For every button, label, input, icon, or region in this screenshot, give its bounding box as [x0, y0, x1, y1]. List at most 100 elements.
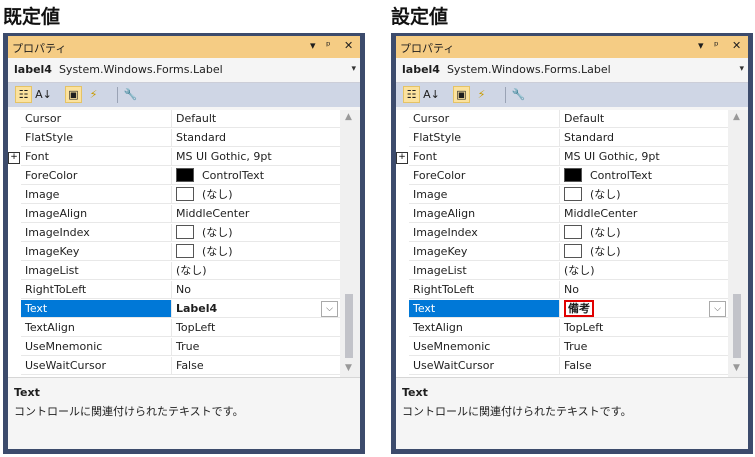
property-row-usemnemonic[interactable]: UseMnemonic True [8, 338, 340, 357]
property-value[interactable]: (なし) [172, 262, 340, 280]
property-pages-icon[interactable]: 🔧 [122, 86, 139, 103]
property-row-font[interactable]: + Font MS UI Gothic, 9pt [396, 148, 728, 167]
property-value[interactable]: Standard [172, 129, 340, 147]
property-value[interactable]: MS UI Gothic, 9pt [560, 148, 728, 166]
window-title: プロパティ [400, 42, 455, 55]
property-value[interactable]: (なし) [560, 262, 728, 280]
property-row-textalign[interactable]: TextAlign TopLeft [396, 319, 728, 338]
property-row-imagealign[interactable]: ImageAlign MiddleCenter [396, 205, 728, 224]
property-row-cursor[interactable]: Cursor Default [8, 110, 340, 129]
property-value[interactable]: Default [172, 110, 340, 128]
close-icon[interactable]: ✕ [344, 39, 353, 52]
object-selector[interactable]: label4 System.Windows.Forms.Label ▾ [396, 58, 748, 83]
window-menu-icon[interactable]: ▾ [698, 39, 704, 52]
close-icon[interactable]: ✕ [732, 39, 741, 52]
property-row-imagekey[interactable]: ImageKey (なし) [8, 243, 340, 262]
property-row-righttoleft[interactable]: RightToLeft No [8, 281, 340, 300]
scroll-down-icon[interactable]: ▼ [733, 363, 740, 373]
property-value[interactable]: MiddleCenter [172, 205, 340, 223]
properties-icon[interactable]: ▣ [65, 86, 82, 103]
property-value[interactable]: TopLeft [172, 319, 340, 337]
property-row-imageindex[interactable]: ImageIndex (なし) [396, 224, 728, 243]
image-preview [564, 244, 582, 258]
property-row-text[interactable]: Text Label4 ⌵ [8, 300, 340, 319]
alphabetical-icon[interactable]: A↓ [423, 86, 440, 103]
expand-icon[interactable]: + [8, 152, 20, 164]
property-row-imagekey[interactable]: ImageKey (なし) [396, 243, 728, 262]
window-menu-icon[interactable]: ▾ [310, 39, 316, 52]
image-preview [176, 187, 194, 201]
property-row-forecolor[interactable]: ForeColor ControlText [396, 167, 728, 186]
vertical-scrollbar[interactable]: ▲ ▼ [728, 110, 748, 377]
heading-configured: 設定値 [391, 6, 449, 28]
events-icon[interactable]: ⚡ [473, 86, 490, 103]
pin-icon[interactable]: ᵖ [326, 39, 331, 52]
property-row-text[interactable]: Text 備考 ⌵ [396, 300, 728, 319]
object-name: label4 [14, 63, 52, 76]
heading-default: 既定値 [3, 6, 61, 28]
scroll-thumb[interactable] [733, 294, 741, 358]
scroll-up-icon[interactable]: ▲ [733, 112, 740, 122]
property-value[interactable]: TopLeft [560, 319, 728, 337]
property-row-usemnemonic[interactable]: UseMnemonic True [396, 338, 728, 357]
property-row-righttoleft[interactable]: RightToLeft No [396, 281, 728, 300]
description-title: Text [402, 386, 428, 399]
property-row-flatstyle[interactable]: FlatStyle Standard [396, 129, 728, 148]
property-row-imagelist[interactable]: ImageList (なし) [396, 262, 728, 281]
property-pages-icon[interactable]: 🔧 [510, 86, 527, 103]
property-row-font[interactable]: + Font MS UI Gothic, 9pt [8, 148, 340, 167]
property-value[interactable]: True [172, 338, 340, 356]
property-toolbar: ☷ A↓ ▣ ⚡ 🔧 [8, 83, 360, 107]
window-titlebar[interactable]: プロパティ ▾ ᵖ ✕ [396, 36, 748, 58]
property-value[interactable]: No [172, 281, 340, 299]
property-value[interactable]: False [560, 357, 728, 375]
property-value-highlighted: 備考 [564, 300, 594, 317]
property-name: ImageKey [21, 243, 172, 261]
property-row-image[interactable]: Image (なし) [396, 186, 728, 205]
window-titlebar[interactable]: プロパティ ▾ ᵖ ✕ [8, 36, 360, 58]
alphabetical-icon[interactable]: A↓ [35, 86, 52, 103]
categorized-icon[interactable]: ☷ [403, 86, 420, 103]
property-row-usewaitcursor[interactable]: UseWaitCursor False [396, 357, 728, 376]
property-value: (なし) [590, 188, 621, 201]
color-swatch [564, 168, 582, 182]
property-name: FlatStyle [21, 129, 172, 147]
scroll-thumb[interactable] [345, 294, 353, 358]
property-row-imageindex[interactable]: ImageIndex (なし) [8, 224, 340, 243]
property-value[interactable]: Default [560, 110, 728, 128]
property-value: Label4 [176, 302, 218, 315]
property-value[interactable]: True [560, 338, 728, 356]
property-row-flatstyle[interactable]: FlatStyle Standard [8, 129, 340, 148]
dropdown-icon[interactable]: ⌵ [709, 301, 726, 317]
property-value[interactable]: MiddleCenter [560, 205, 728, 223]
property-row-imagealign[interactable]: ImageAlign MiddleCenter [8, 205, 340, 224]
property-row-image[interactable]: Image (なし) [8, 186, 340, 205]
property-name: ForeColor [409, 167, 560, 185]
property-name: Cursor [409, 110, 560, 128]
categorized-icon[interactable]: ☷ [15, 86, 32, 103]
property-row-usewaitcursor[interactable]: UseWaitCursor False [8, 357, 340, 376]
property-value[interactable]: False [172, 357, 340, 375]
chevron-down-icon[interactable]: ▾ [739, 64, 744, 74]
pin-icon[interactable]: ᵖ [714, 39, 719, 52]
property-row-cursor[interactable]: Cursor Default [396, 110, 728, 129]
scroll-up-icon[interactable]: ▲ [345, 112, 352, 122]
dropdown-icon[interactable]: ⌵ [321, 301, 338, 317]
property-value[interactable]: No [560, 281, 728, 299]
events-icon[interactable]: ⚡ [85, 86, 102, 103]
property-name: TextAlign [409, 319, 560, 337]
property-name: ForeColor [21, 167, 172, 185]
chevron-down-icon[interactable]: ▾ [351, 64, 356, 74]
property-row-textalign[interactable]: TextAlign TopLeft [8, 319, 340, 338]
image-preview [176, 244, 194, 258]
property-row-imagelist[interactable]: ImageList (なし) [8, 262, 340, 281]
property-name: Text [409, 300, 560, 318]
property-value[interactable]: MS UI Gothic, 9pt [172, 148, 340, 166]
expand-icon[interactable]: + [396, 152, 408, 164]
properties-icon[interactable]: ▣ [453, 86, 470, 103]
property-row-forecolor[interactable]: ForeColor ControlText [8, 167, 340, 186]
scroll-down-icon[interactable]: ▼ [345, 363, 352, 373]
object-selector[interactable]: label4 System.Windows.Forms.Label ▾ [8, 58, 360, 83]
vertical-scrollbar[interactable]: ▲ ▼ [340, 110, 360, 377]
property-value[interactable]: Standard [560, 129, 728, 147]
